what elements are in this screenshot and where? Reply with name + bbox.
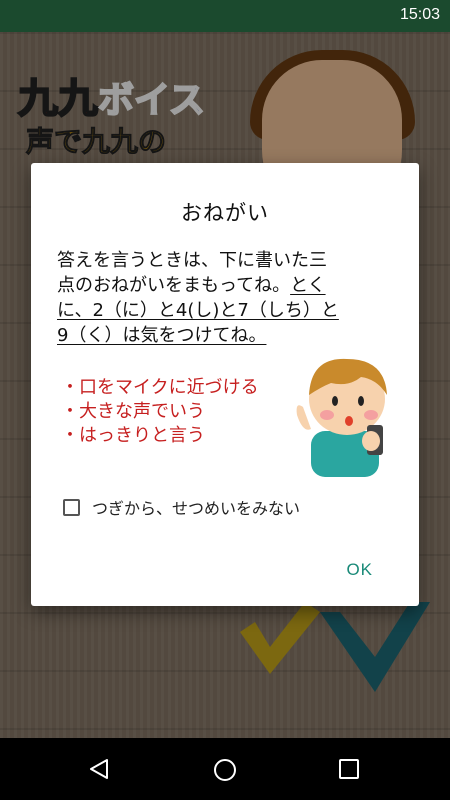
message-line-4: 9（く）は気をつけてね。 bbox=[57, 325, 267, 346]
home-icon[interactable] bbox=[213, 758, 237, 782]
message-line-2-underlined: とく bbox=[290, 275, 326, 296]
dont-show-again-label[interactable]: つぎから、せつめいをみない bbox=[92, 495, 300, 519]
message-line-1: 答えを言うときは、下に書いた三 bbox=[57, 250, 327, 271]
status-time: 15:03 bbox=[399, 6, 440, 23]
request-dialog: おねがい 答えを言うときは、下に書いた三 点のおねがいをまもってね。とく に、2… bbox=[31, 163, 419, 606]
dont-show-again-row[interactable]: つぎから、せつめいをみない bbox=[63, 493, 300, 521]
status-bar: 15:03 bbox=[0, 0, 450, 32]
dialog-message: 答えを言うときは、下に書いた三 点のおねがいをまもってね。とく に、2（に）と4… bbox=[57, 248, 397, 348]
boy-with-phone-illustration bbox=[296, 358, 387, 477]
back-icon[interactable] bbox=[88, 758, 110, 780]
recent-apps-icon[interactable] bbox=[339, 759, 359, 779]
dont-show-again-checkbox[interactable] bbox=[63, 498, 80, 516]
ok-button[interactable]: OK bbox=[346, 560, 373, 580]
navigation-bar bbox=[0, 738, 450, 800]
rule-item: ・口をマイクに近づける bbox=[61, 377, 259, 398]
message-line-2-plain: 点のおねがいをまもってね。 bbox=[57, 275, 291, 296]
rule-item: ・はっきりと言う bbox=[61, 425, 205, 446]
message-line-2: 点のおねがいをまもってね。とく bbox=[57, 273, 397, 298]
rule-item: ・大きな声でいう bbox=[61, 401, 205, 422]
message-line-3: に、2（に）と4(し)と7（しち）と bbox=[57, 300, 339, 321]
dialog-title: おねがい bbox=[181, 201, 269, 225]
rules-list: ・口をマイクに近づける ・大きな声でいう ・はっきりと言う bbox=[61, 376, 259, 448]
